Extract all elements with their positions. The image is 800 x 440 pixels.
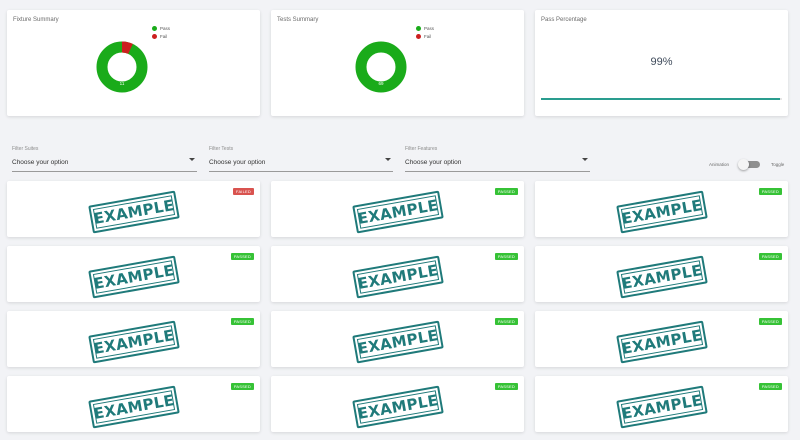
fixture-donut-chart[interactable]: 11 xyxy=(95,40,149,94)
test-tile[interactable]: PASSED EXAMPLE xyxy=(271,246,524,302)
legend-item-fail[interactable]: Fail xyxy=(152,32,170,40)
donut-center-label: 69 xyxy=(378,81,384,86)
stamp-text: EXAMPLE xyxy=(91,261,176,293)
example-stamp: EXAMPLE xyxy=(351,190,444,234)
filter-features-value: Choose your option xyxy=(405,159,462,166)
legend-label: Pass xyxy=(424,25,435,31)
legend-label: Pass xyxy=(160,25,171,31)
pass-percentage-value: 99% xyxy=(650,56,673,68)
chevron-down-icon xyxy=(582,158,588,161)
stamp-text: EXAMPLE xyxy=(91,391,176,423)
example-stamp: EXAMPLE xyxy=(351,320,444,364)
example-stamp: EXAMPLE xyxy=(615,255,708,299)
fail-legend-dot xyxy=(152,33,157,39)
status-badge: PASSED xyxy=(494,383,518,390)
pass-percentage-bar xyxy=(541,98,782,100)
stamp-text: EXAMPLE xyxy=(619,326,704,358)
filter-suites-select[interactable]: Filter Suites Choose your option xyxy=(12,146,197,173)
animation-toggle-group: Animation Toggle xyxy=(709,158,799,172)
animation-toggle[interactable] xyxy=(738,159,760,170)
example-stamp: EXAMPLE xyxy=(87,385,180,429)
status-badge: PASSED xyxy=(230,383,254,390)
filter-suites-value: Choose your option xyxy=(12,159,69,166)
stamp-text: EXAMPLE xyxy=(355,391,440,423)
filter-tests-label: Filter Tests xyxy=(209,146,234,152)
test-tile[interactable]: PASSED EXAMPLE xyxy=(7,246,260,302)
toggle-left-label: Animation xyxy=(709,162,730,167)
pass-legend-dot xyxy=(416,25,421,31)
example-stamp: EXAMPLE xyxy=(615,190,708,234)
test-tile[interactable]: PASSED EXAMPLE xyxy=(7,376,260,432)
test-tile[interactable]: PASSED EXAMPLE xyxy=(7,311,260,367)
legend-item-pass[interactable]: Pass xyxy=(416,24,434,32)
chevron-down-icon xyxy=(385,158,391,161)
stamp-text: EXAMPLE xyxy=(619,196,704,228)
pass-percentage-bar-fill xyxy=(541,98,780,100)
tests-summary-title: Tests Summary xyxy=(277,17,319,23)
status-badge: PASSED xyxy=(758,383,782,390)
test-tile[interactable]: PASSED EXAMPLE xyxy=(271,311,524,367)
example-stamp: EXAMPLE xyxy=(87,255,180,299)
pass-percentage-title: Pass Percentage xyxy=(541,17,587,23)
pass-legend-dot xyxy=(152,25,157,31)
fail-legend-dot xyxy=(416,33,421,39)
test-tile[interactable]: PASSED EXAMPLE xyxy=(535,181,788,237)
status-badge: FAILED xyxy=(233,188,254,195)
test-tile[interactable]: PASSED EXAMPLE xyxy=(271,376,524,432)
pass-percentage-card: Pass Percentage 99% xyxy=(535,10,788,116)
filter-underline xyxy=(405,171,590,172)
example-stamp: EXAMPLE xyxy=(615,385,708,429)
example-stamp: EXAMPLE xyxy=(87,190,180,234)
stamp-text: EXAMPLE xyxy=(91,196,176,228)
test-tile[interactable]: PASSED EXAMPLE xyxy=(535,311,788,367)
status-badge: PASSED xyxy=(758,188,782,195)
test-tile[interactable]: FAILED EXAMPLE xyxy=(7,181,260,237)
toggle-right-label: Toggle xyxy=(771,162,785,167)
test-tile[interactable]: PASSED EXAMPLE xyxy=(535,246,788,302)
example-stamp: EXAMPLE xyxy=(615,320,708,364)
example-stamp: EXAMPLE xyxy=(351,385,444,429)
legend-label: Fail xyxy=(424,33,432,39)
donut-center-label: 11 xyxy=(120,81,125,86)
stamp-text: EXAMPLE xyxy=(355,326,440,358)
filter-underline xyxy=(12,171,197,172)
filter-features-label: Filter Features xyxy=(405,146,438,152)
filter-suites-label: Filter Suites xyxy=(12,146,39,152)
status-badge: PASSED xyxy=(758,253,782,260)
test-tile[interactable]: PASSED EXAMPLE xyxy=(271,181,524,237)
tests-summary-card: Tests Summary Pass Fail 69 xyxy=(271,10,524,116)
filter-tests-select[interactable]: Filter Tests Choose your option xyxy=(209,146,393,173)
stamp-text: EXAMPLE xyxy=(91,326,176,358)
legend-label: Fail xyxy=(160,33,168,39)
toggle-knob[interactable] xyxy=(738,159,749,170)
chevron-down-icon xyxy=(189,158,195,161)
status-badge: PASSED xyxy=(494,318,518,325)
tests-donut-chart[interactable]: 69 xyxy=(354,40,408,94)
filter-underline xyxy=(209,171,393,172)
filter-tests-value: Choose your option xyxy=(209,159,266,166)
fixture-summary-legend: Pass Fail xyxy=(152,24,170,40)
fixture-summary-card: Fixture Summary Pass Fail 11 xyxy=(7,10,260,116)
status-badge: PASSED xyxy=(230,318,254,325)
stamp-text: EXAMPLE xyxy=(355,261,440,293)
filter-features-select[interactable]: Filter Features Choose your option xyxy=(405,146,590,173)
status-badge: PASSED xyxy=(494,188,518,195)
tests-summary-legend: Pass Fail xyxy=(416,24,434,40)
fixture-summary-title: Fixture Summary xyxy=(13,17,59,23)
legend-item-pass[interactable]: Pass xyxy=(152,24,170,32)
status-badge: PASSED xyxy=(230,253,254,260)
stamp-text: EXAMPLE xyxy=(619,261,704,293)
status-badge: PASSED xyxy=(758,318,782,325)
status-badge: PASSED xyxy=(494,253,518,260)
example-stamp: EXAMPLE xyxy=(87,320,180,364)
test-tile[interactable]: PASSED EXAMPLE xyxy=(535,376,788,432)
stamp-text: EXAMPLE xyxy=(355,196,440,228)
example-stamp: EXAMPLE xyxy=(351,255,444,299)
stamp-text: EXAMPLE xyxy=(619,391,704,423)
legend-item-fail[interactable]: Fail xyxy=(416,32,434,40)
